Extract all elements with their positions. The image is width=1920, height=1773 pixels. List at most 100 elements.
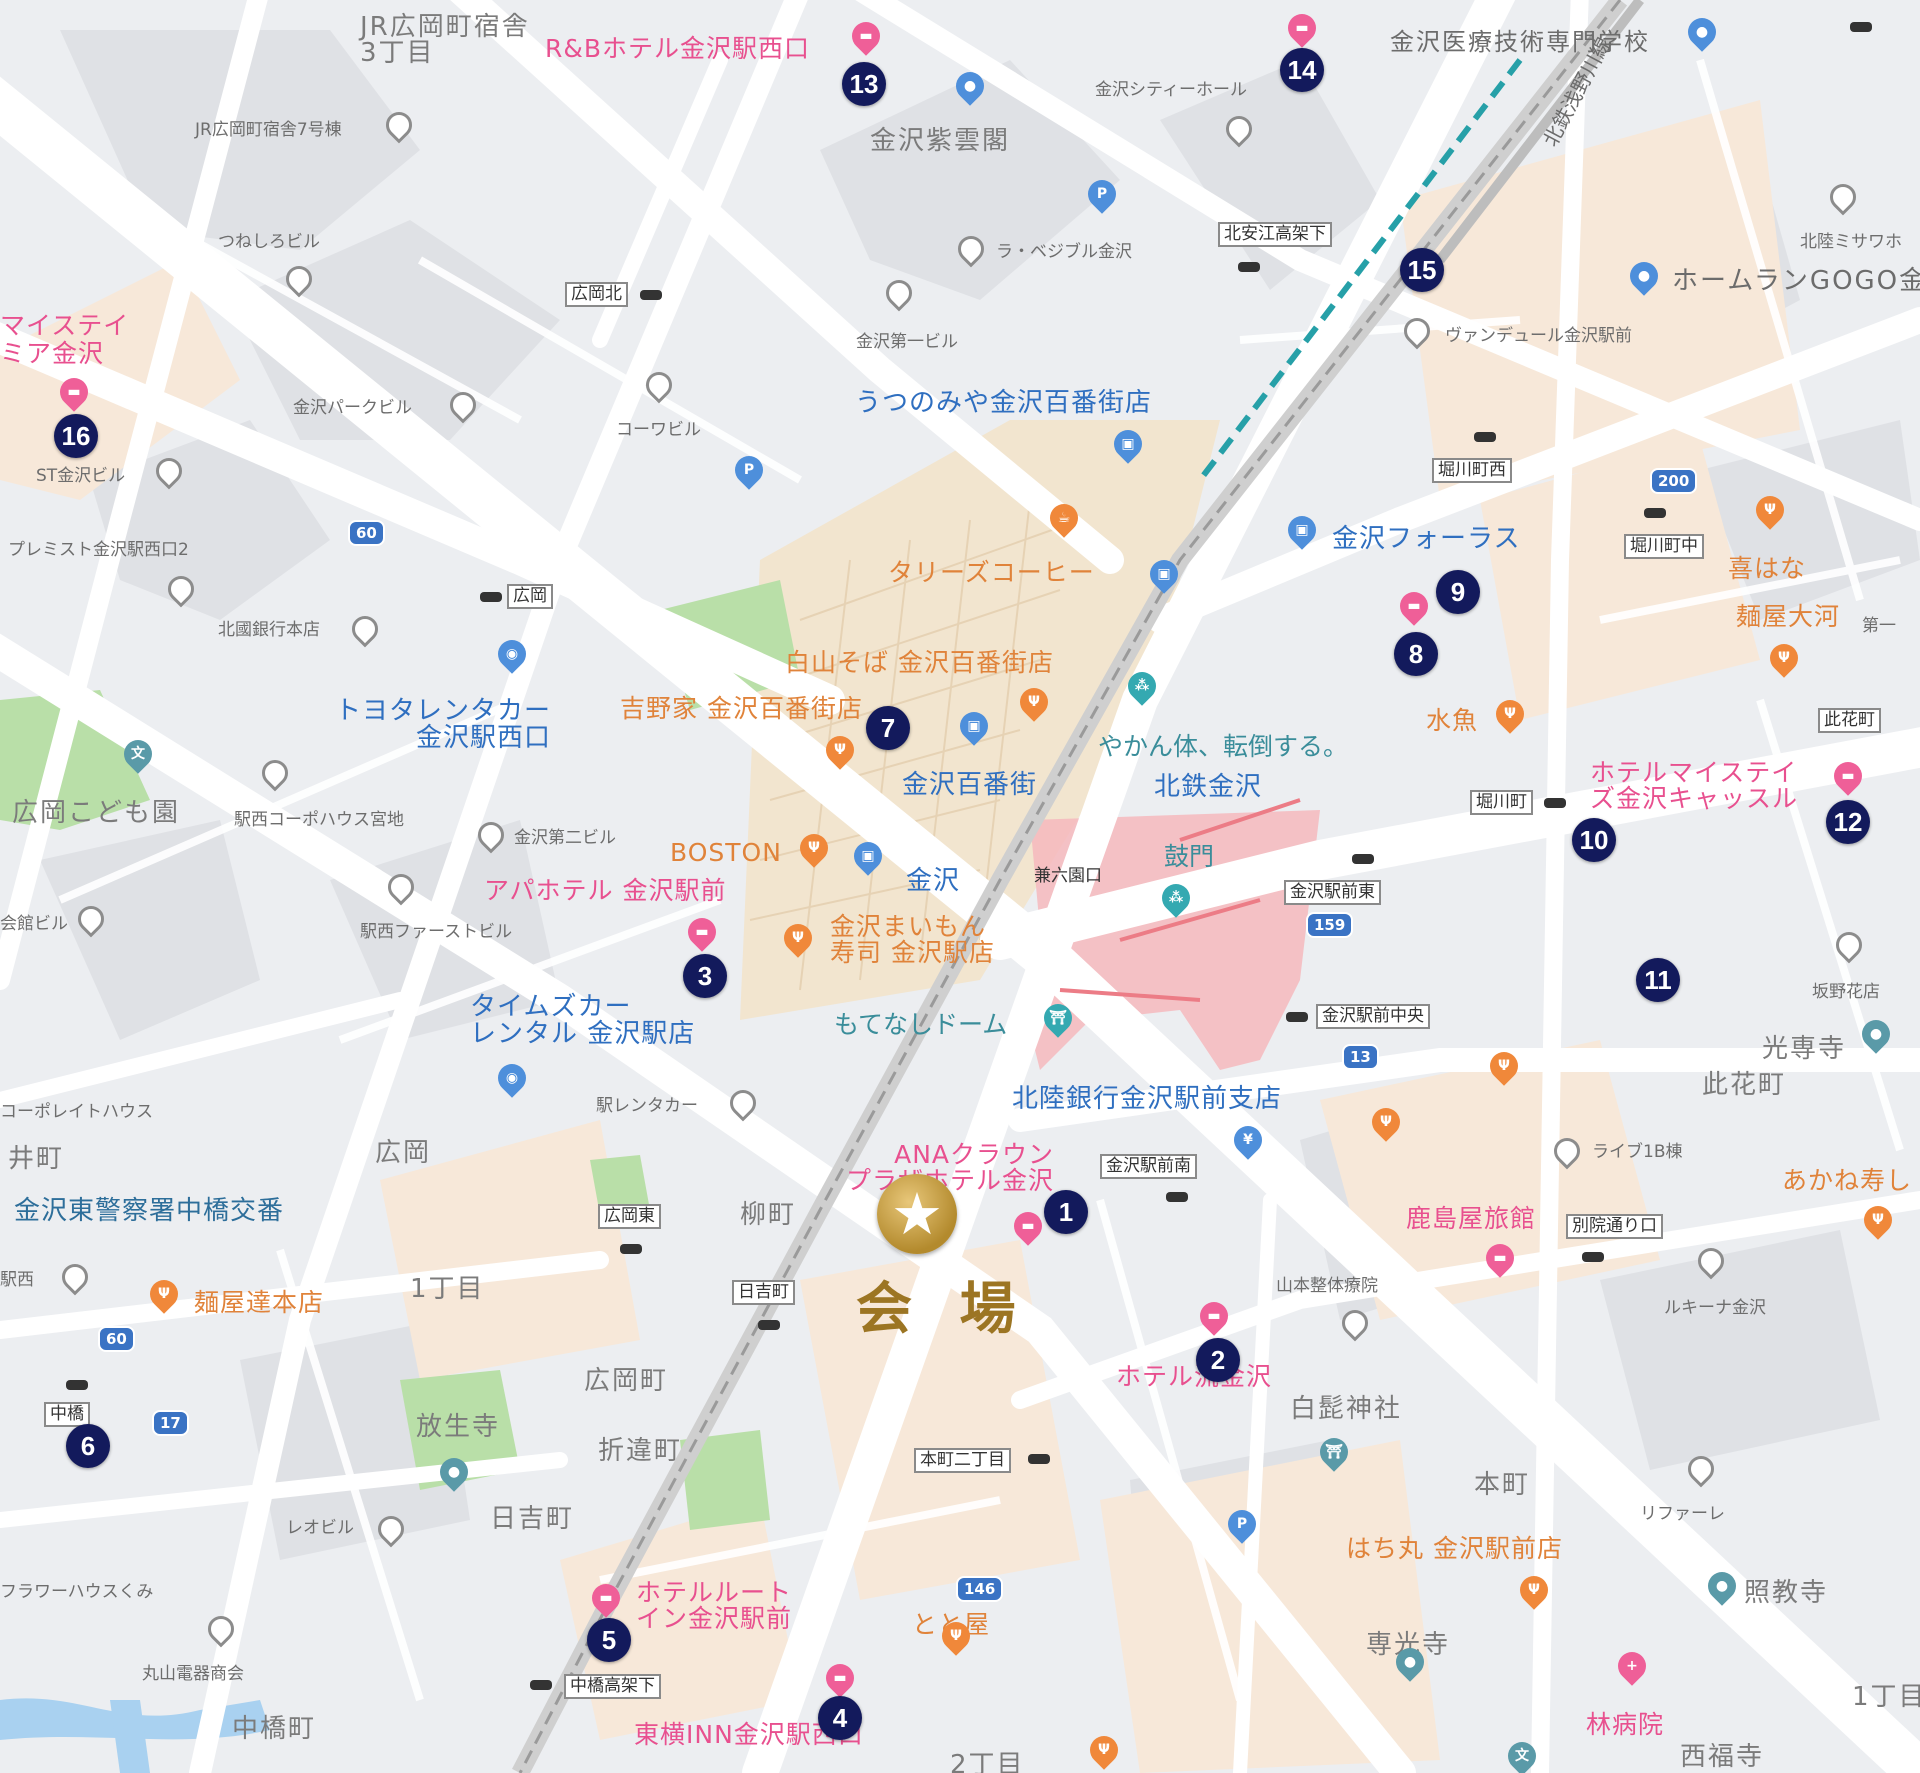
restaurant-icon[interactable]: Ψ <box>936 1616 976 1656</box>
restaurant-icon[interactable]: Ψ <box>144 1274 184 1314</box>
bank-icon[interactable]: ¥ <box>1228 1120 1268 1160</box>
hotel-icon[interactable]: ▬ <box>846 16 886 56</box>
parking-icon[interactable]: P <box>1082 174 1122 214</box>
label-shokouji[interactable]: 照教寺 <box>1744 1580 1828 1606</box>
label-keisatsu[interactable]: 金沢東警察署中橋交番 <box>14 1198 284 1224</box>
label-akane-sushi[interactable]: あかね寿し <box>1782 1168 1912 1193</box>
school-icon[interactable]: 文 <box>1502 1736 1542 1773</box>
label-boston[interactable]: BOSTON <box>670 840 782 865</box>
landmark-pin-icon[interactable]: ● <box>950 66 990 106</box>
label-hotel-my-stay-castle[interactable]: ホテルマイステイ ズ金沢キャッスル <box>1590 759 1798 813</box>
stop-konohana[interactable]: 此花町 <box>1818 708 1881 733</box>
label-toyota-rent[interactable]: トヨタレンタカー 金沢駅西口 <box>335 697 551 753</box>
marker-8[interactable]: 8 <box>1394 632 1438 676</box>
parking-icon[interactable]: P <box>729 450 769 490</box>
shrine-icon[interactable]: ⛩ <box>1314 1432 1354 1472</box>
stop-horikawa[interactable]: 堀川町 <box>1470 790 1533 815</box>
stop-kitayasue[interactable]: 北安江高架下 <box>1218 222 1332 247</box>
school-icon[interactable]: 文 <box>118 734 158 774</box>
label-hiroka-kodomoen[interactable]: 広岡こども園 <box>12 800 180 826</box>
shopping-bag-icon[interactable]: ▣ <box>954 706 994 746</box>
marker-5[interactable]: 5 <box>587 1618 631 1662</box>
marker-14[interactable]: 14 <box>1280 48 1324 92</box>
label-tsuzumimon[interactable]: 鼓門 <box>1164 844 1214 869</box>
label-la-vegeble[interactable]: ラ・ベジブル金沢 <box>996 244 1132 261</box>
venue-star-icon[interactable]: ★ <box>877 1174 957 1254</box>
label-ana-crown[interactable]: ANAクラウン プラザホテル金沢 <box>846 1141 1054 1195</box>
hotel-icon[interactable]: ▬ <box>586 1578 626 1618</box>
label-kihana[interactable]: 喜はな <box>1728 556 1806 581</box>
label-motenashi[interactable]: もてなしドーム <box>834 1012 1007 1037</box>
label-tullys[interactable]: タリーズコーヒー <box>888 560 1095 585</box>
label-hokuriku-bank[interactable]: 北陸銀行金沢駅前支店 <box>1012 1086 1282 1112</box>
restaurant-icon[interactable]: Ψ <box>1484 1046 1524 1086</box>
label-hokutetsu-kanazawa[interactable]: 北鉄金沢 <box>1154 774 1262 800</box>
label-shiunkaku[interactable]: 金沢紫雲閣 <box>870 128 1010 154</box>
hotel-icon[interactable]: ▬ <box>54 372 94 412</box>
temple-icon[interactable]: ● <box>1856 1014 1896 1054</box>
restaurant-icon[interactable]: Ψ <box>1084 1730 1124 1770</box>
shopping-bag-icon[interactable]: ▣ <box>1144 554 1184 594</box>
hotel-icon[interactable]: ▬ <box>1194 1296 1234 1336</box>
stop-ekimae-minami[interactable]: 金沢駅前南 <box>1100 1154 1197 1179</box>
label-suikaku[interactable]: 水魚 <box>1426 708 1478 733</box>
temple-icon[interactable]: ● <box>434 1452 474 1492</box>
label-koumyouji[interactable]: 光専寺 <box>1762 1036 1846 1062</box>
label-kanazawa[interactable]: 金沢 <box>906 868 960 894</box>
attraction-icon[interactable]: ⁂ <box>1156 878 1196 918</box>
stop-betsuin[interactable]: 別院通り口 <box>1566 1214 1663 1239</box>
stop-hirooka-higashi[interactable]: 広岡東 <box>598 1204 661 1229</box>
label-hyakubangai[interactable]: 金沢百番街 <box>902 772 1037 798</box>
label-yakan[interactable]: やかん体、転倒する。 <box>1098 734 1348 759</box>
marker-13[interactable]: 13 <box>842 62 886 106</box>
marker-15[interactable]: 15 <box>1400 248 1444 292</box>
restaurant-icon[interactable]: Ψ <box>794 828 834 868</box>
restaurant-icon[interactable]: Ψ <box>778 918 818 958</box>
label-homerun[interactable]: ホームランGOGO金 <box>1672 268 1920 294</box>
label-city-hall[interactable]: 金沢シティーホール <box>1095 82 1247 99</box>
restaurant-icon[interactable]: Ψ <box>820 730 860 770</box>
stop-honmachi2[interactable]: 本町二丁目 <box>914 1448 1011 1473</box>
restaurant-icon[interactable]: Ψ <box>1858 1200 1898 1240</box>
stop-hirooka[interactable]: 広岡 <box>507 584 553 609</box>
stop-ekimae-chuo[interactable]: 金沢駅前中央 <box>1316 1004 1430 1029</box>
marker-4[interactable]: 4 <box>818 1696 862 1740</box>
marker-3[interactable]: 3 <box>683 954 727 998</box>
label-hakuhige[interactable]: 白髭神社 <box>1290 1396 1402 1422</box>
restaurant-icon[interactable]: Ψ <box>1514 1570 1554 1610</box>
attraction-icon[interactable]: ⛩ <box>1038 998 1078 1038</box>
hotel-icon[interactable]: ▬ <box>1282 8 1322 48</box>
hotel-icon[interactable]: ▬ <box>1828 756 1868 796</box>
landmark-pin-icon[interactable]: ● <box>1624 256 1664 296</box>
restaurant-icon[interactable]: Ψ <box>1366 1102 1406 1142</box>
shopping-bag-icon[interactable]: ▣ <box>1108 424 1148 464</box>
marker-11[interactable]: 11 <box>1636 958 1680 1002</box>
label-menya-taiga[interactable]: 麺屋大河 <box>1736 604 1840 629</box>
hotel-icon[interactable]: ▬ <box>1394 586 1434 626</box>
hotel-icon[interactable]: ▬ <box>1008 1206 1048 1246</box>
stop-ekimae-higashi[interactable]: 金沢駅前東 <box>1284 880 1381 905</box>
stop-nakahashi-kouka[interactable]: 中橋高架下 <box>564 1674 661 1699</box>
label-yoshinoya[interactable]: 吉野家 金沢百番街店 <box>620 696 863 721</box>
marker-12[interactable]: 12 <box>1826 800 1870 844</box>
label-apa-hotel[interactable]: アパホテル 金沢駅前 <box>484 878 726 903</box>
label-hokkoku-bank[interactable]: 北國銀行本店 <box>218 622 320 639</box>
label-eki-rentacar[interactable]: 駅レンタカー <box>596 1098 698 1115</box>
hotel-icon[interactable]: ▬ <box>682 912 722 952</box>
label-my-stay[interactable]: マイステイ ミア金沢 <box>0 312 129 367</box>
label-hachimaru[interactable]: はち丸 金沢駅前店 <box>1346 1536 1563 1561</box>
marker-16[interactable]: 16 <box>54 414 98 458</box>
map-canvas[interactable]: JR広岡町宿舎 3丁目 R&Bホテル金沢駅西口 金沢医療技術専門学校 金沢シティ… <box>0 0 1920 1773</box>
temple-icon[interactable]: ● <box>1390 1642 1430 1682</box>
school-pin-icon[interactable]: ● <box>1682 12 1722 52</box>
label-saifukuji[interactable]: 西福寺 <box>1680 1744 1764 1770</box>
label-hotel-ryu[interactable]: ホテル流金沢 <box>1116 1364 1272 1389</box>
marker-10[interactable]: 10 <box>1572 818 1616 862</box>
label-kashimaya[interactable]: 鹿島屋旅館 <box>1406 1206 1536 1231</box>
temple-icon[interactable]: ● <box>1702 1566 1742 1606</box>
marker-6[interactable]: 6 <box>66 1424 110 1468</box>
marker-2[interactable]: 2 <box>1196 1338 1240 1382</box>
hotel-icon[interactable]: ▬ <box>1480 1238 1520 1278</box>
label-menya-tatsu[interactable]: 麺屋達本店 <box>194 1290 324 1315</box>
restaurant-icon[interactable]: Ψ <box>1014 682 1054 722</box>
